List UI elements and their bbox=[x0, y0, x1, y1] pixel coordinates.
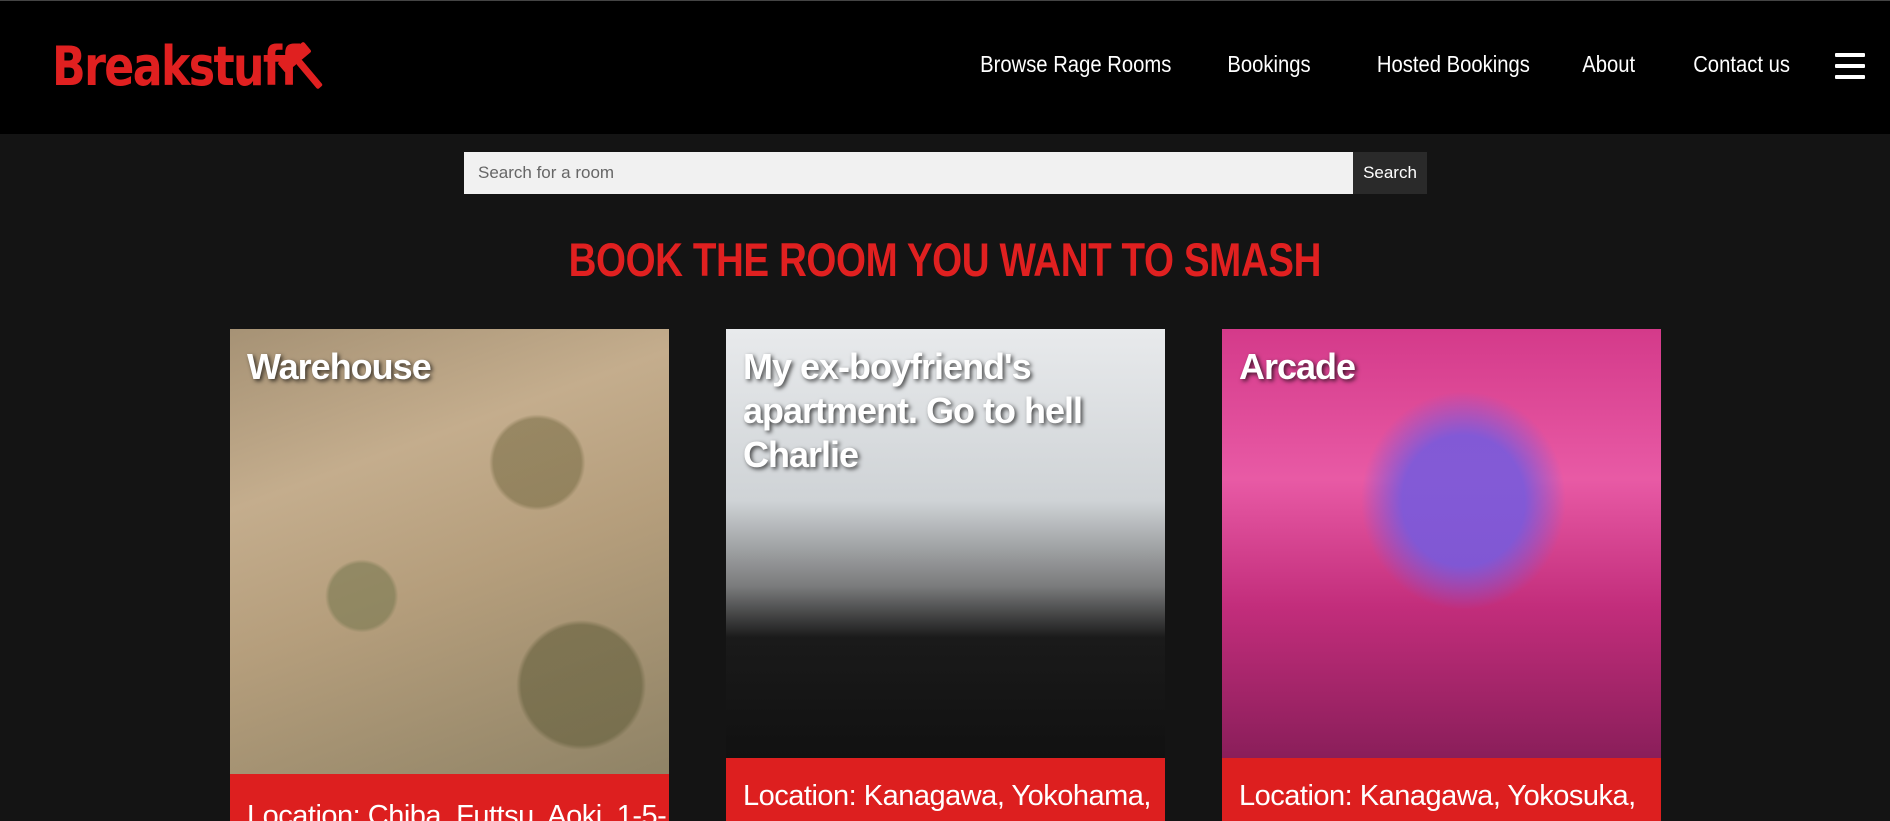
nav-link-bookings[interactable]: Bookings bbox=[1228, 51, 1311, 78]
nav-link-about[interactable]: About bbox=[1582, 51, 1635, 78]
room-image bbox=[230, 329, 669, 774]
navbar: Breakstuff Browse Rage Rooms Bookings Ho… bbox=[0, 0, 1890, 134]
room-footer: Location: Chiba, Futtsu, Aoki, 1-5-1 bbox=[230, 774, 669, 821]
brand-logo[interactable]: Breakstuff bbox=[52, 35, 332, 98]
room-footer: Location: Kanagawa, Yokosuka, bbox=[1222, 758, 1661, 821]
search-input[interactable] bbox=[464, 152, 1353, 194]
nav-link-browse-rage-rooms[interactable]: Browse Rage Rooms bbox=[980, 51, 1171, 78]
room-title: Warehouse bbox=[247, 346, 432, 387]
room-location: Location: Kanagawa, Yokohama, bbox=[743, 780, 1151, 812]
room-card-warehouse[interactable]: Warehouse Location: Chiba, Futtsu, Aoki,… bbox=[230, 329, 669, 821]
room-location: Location: Chiba, Futtsu, Aoki, 1-5-1 bbox=[247, 800, 669, 821]
nav-link-contact-us[interactable]: Contact us bbox=[1693, 51, 1790, 78]
search-bar: Search bbox=[464, 152, 1427, 194]
page-title: BOOK THE ROOM YOU WANT TO SMASH bbox=[0, 232, 1890, 287]
page-title-text: BOOK THE ROOM YOU WANT TO SMASH bbox=[568, 233, 1322, 286]
room-title: My ex-boyfriend's apartment. Go to hell … bbox=[743, 346, 1083, 475]
room-image bbox=[1222, 329, 1661, 758]
nav-link-hosted-bookings[interactable]: Hosted Bookings bbox=[1377, 51, 1530, 78]
room-footer: Location: Kanagawa, Yokohama, bbox=[726, 758, 1165, 821]
hamburger-menu-icon[interactable] bbox=[1835, 53, 1865, 79]
room-title: Arcade bbox=[1239, 346, 1356, 387]
room-card-arcade[interactable]: Arcade Location: Kanagawa, Yokosuka, bbox=[1222, 329, 1661, 821]
nav-links: Browse Rage Rooms Bookings Hosted Bookin… bbox=[909, 51, 1790, 78]
room-card-apartment[interactable]: My ex-boyfriend's apartment. Go to hell … bbox=[726, 329, 1165, 821]
brand-name: Breakstuff bbox=[52, 35, 300, 98]
search-button[interactable]: Search bbox=[1353, 152, 1427, 194]
room-location: Location: Kanagawa, Yokosuka, bbox=[1239, 780, 1636, 812]
